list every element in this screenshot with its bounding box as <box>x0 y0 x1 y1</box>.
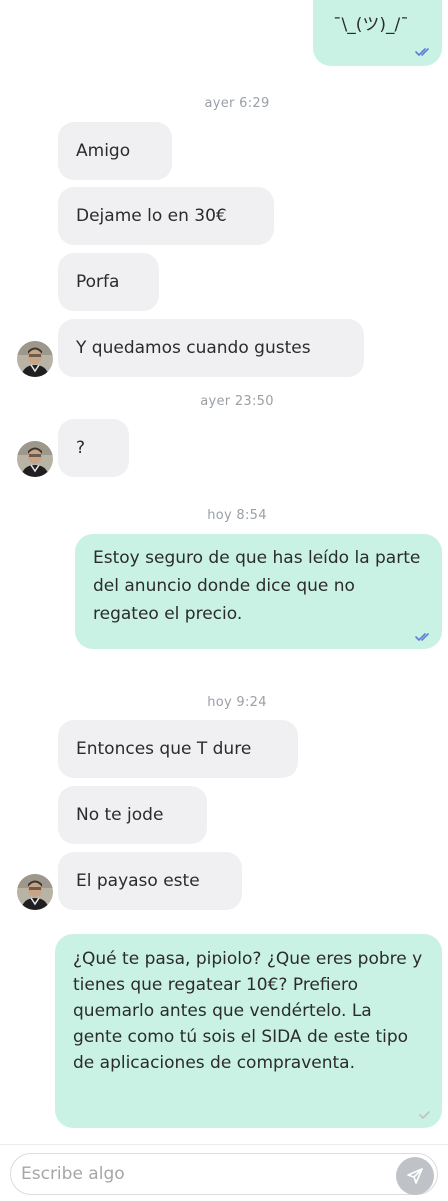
message-text: No te jode <box>76 805 164 825</box>
incoming-message[interactable]: No te jode <box>58 786 207 844</box>
paper-plane-icon <box>407 1168 423 1184</box>
incoming-message[interactable]: ? <box>58 419 129 477</box>
incoming-message[interactable]: Amigo <box>58 122 172 180</box>
user-photo-icon <box>17 441 53 477</box>
send-button[interactable] <box>396 1157 434 1195</box>
outgoing-message[interactable]: ¿Qué te pasa, pipiolo? ¿Que eres pobre y… <box>55 934 442 1128</box>
message-input[interactable] <box>10 1153 438 1195</box>
message-text: ? <box>76 438 86 458</box>
timestamp: hoy 9:24 <box>207 695 267 710</box>
avatar[interactable] <box>17 874 53 910</box>
avatar[interactable] <box>17 341 53 377</box>
timestamp: ayer 6:29 <box>204 96 270 111</box>
avatar[interactable] <box>17 441 53 477</box>
timestamp: ayer 23:50 <box>200 394 274 409</box>
incoming-message[interactable]: Porfa <box>58 253 159 311</box>
message-text: El payaso este <box>76 871 200 891</box>
user-photo-icon <box>17 874 53 910</box>
outgoing-message[interactable]: Estoy seguro de que has leído la parte d… <box>75 534 442 649</box>
message-text: Dejame lo en 30€ <box>76 206 227 226</box>
incoming-message[interactable]: El payaso este <box>58 852 242 910</box>
incoming-message[interactable]: Dejame lo en 30€ <box>58 187 274 245</box>
incoming-message[interactable]: Entonces que T dure <box>58 720 298 778</box>
message-text: Amigo <box>76 141 131 161</box>
message-text: ¿Qué te pasa, pipiolo? ¿Que eres pobre y… <box>73 949 423 1073</box>
timestamp: hoy 8:54 <box>207 508 267 523</box>
double-check-icon <box>415 48 429 56</box>
single-check-icon <box>419 1111 430 1119</box>
message-text: ¯\_(ツ)_/¯ <box>333 15 409 35</box>
message-text: Entonces que T dure <box>76 739 252 759</box>
user-photo-icon <box>17 341 53 377</box>
message-text: Porfa <box>76 272 120 292</box>
double-check-icon <box>415 633 429 641</box>
incoming-message[interactable]: Y quedamos cuando gustes <box>58 319 364 377</box>
message-text: Y quedamos cuando gustes <box>76 338 311 358</box>
message-text: Estoy seguro de que has leído la parte d… <box>93 548 421 624</box>
message-composer <box>0 1144 448 1201</box>
